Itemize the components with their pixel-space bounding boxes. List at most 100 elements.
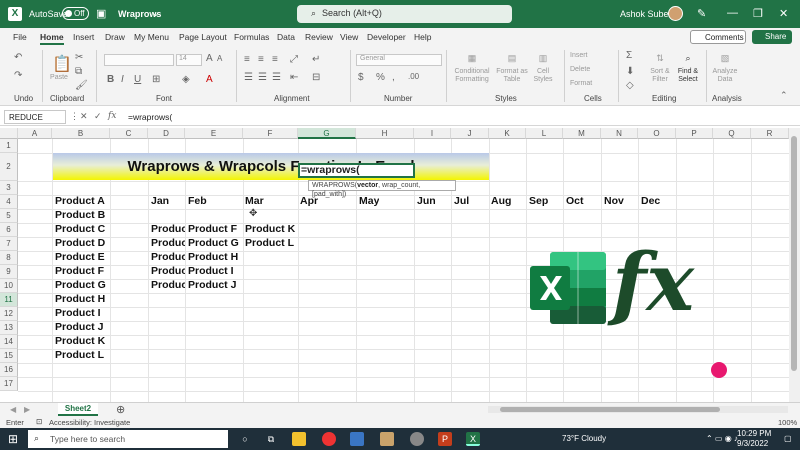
notifications-icon[interactable]: ▢: [784, 434, 792, 443]
sort-filter-button[interactable]: Sort & Filter: [647, 68, 673, 84]
minimize-icon[interactable]: —: [727, 7, 738, 19]
merge-icon[interactable]: ⊟: [312, 72, 320, 83]
fill-color-icon[interactable]: ◈: [182, 74, 190, 85]
file-explorer-icon[interactable]: [292, 432, 306, 446]
clock-date[interactable]: 9/3/2022: [737, 439, 768, 448]
weather[interactable]: 73°F Cloudy: [562, 434, 606, 443]
align-top-icon[interactable]: ≡: [244, 54, 250, 65]
save-icon[interactable]: ▣: [96, 7, 106, 20]
horizontal-scroll-thumb[interactable]: [500, 407, 720, 412]
search-box[interactable]: ⌕ Search (Alt+Q): [297, 5, 512, 23]
decrease-font-icon[interactable]: A: [217, 54, 222, 63]
clock-time[interactable]: 10:29 PM: [737, 429, 771, 438]
column-header[interactable]: R: [751, 128, 789, 139]
row-header[interactable]: 17: [0, 377, 18, 391]
menu-formulas[interactable]: Formulas: [234, 32, 269, 42]
autosum-icon[interactable]: Σ: [626, 50, 632, 61]
widgets-icon[interactable]: ⧉: [264, 432, 278, 446]
menu-view[interactable]: View: [340, 32, 358, 42]
active-cell-editor[interactable]: =wraprows(: [298, 163, 415, 178]
chevron-down-icon[interactable]: ⌄: [152, 8, 160, 19]
clear-icon[interactable]: ◇: [626, 80, 634, 91]
wrap-text-icon[interactable]: ↵: [312, 54, 320, 65]
format-painter-icon[interactable]: 🖌: [75, 80, 88, 91]
cut-icon[interactable]: ✂: [75, 52, 83, 63]
row-header[interactable]: 16: [0, 363, 18, 377]
increase-font-icon[interactable]: A: [206, 53, 213, 64]
menu-my-menu[interactable]: My Menu: [134, 32, 169, 42]
accessibility-icon[interactable]: ⊡: [36, 417, 42, 426]
column-header[interactable]: M: [563, 128, 601, 139]
delete-cells-button[interactable]: Delete: [570, 66, 610, 74]
row-header[interactable]: 14: [0, 335, 18, 349]
row-header[interactable]: 7: [0, 237, 18, 251]
avatar[interactable]: [668, 6, 683, 21]
menu-review[interactable]: Review: [305, 32, 333, 42]
conditional-formatting-button[interactable]: Conditional Formatting: [450, 68, 494, 84]
decimal-icon[interactable]: .00: [408, 72, 419, 81]
number-format-select[interactable]: General: [356, 54, 442, 66]
menu-file[interactable]: File: [13, 32, 27, 42]
column-header-selected[interactable]: G: [298, 128, 356, 139]
column-header[interactable]: N: [601, 128, 638, 139]
currency-icon[interactable]: $: [358, 72, 364, 83]
excel-taskbar-icon[interactable]: X: [466, 432, 480, 446]
zoom-level[interactable]: 100%: [778, 418, 797, 427]
column-header[interactable]: A: [18, 128, 52, 139]
row-header-selected[interactable]: 11: [0, 293, 18, 307]
conditional-formatting-icon[interactable]: ▦: [450, 54, 494, 63]
percent-icon[interactable]: %: [376, 72, 385, 83]
app-icon[interactable]: [350, 432, 364, 446]
column-header[interactable]: H: [356, 128, 414, 139]
vertical-scroll-thumb[interactable]: [791, 136, 797, 371]
add-sheet-icon[interactable]: ⊕: [116, 403, 125, 416]
opera-icon[interactable]: [322, 432, 336, 446]
paste-icon[interactable]: 📋: [52, 54, 72, 74]
share-button[interactable]: Share: [752, 30, 792, 44]
restore-icon[interactable]: ❐: [753, 7, 763, 20]
column-header[interactable]: C: [110, 128, 148, 139]
powerpoint-icon[interactable]: P: [438, 432, 452, 446]
enter-icon[interactable]: ✓: [94, 111, 102, 122]
menu-help[interactable]: Help: [414, 32, 431, 42]
row-header[interactable]: 2: [0, 153, 18, 181]
app-icon[interactable]: [380, 432, 394, 446]
cell-styles-icon[interactable]: ▥: [530, 54, 556, 63]
column-header[interactable]: P: [676, 128, 713, 139]
windows-start-icon[interactable]: ⊞: [8, 432, 18, 446]
cell-styles-button[interactable]: Cell Styles: [530, 68, 556, 84]
sheet-tab[interactable]: Sheet2: [58, 403, 98, 416]
close-icon[interactable]: ✕: [779, 7, 788, 20]
find-select-button[interactable]: Find & Select: [673, 68, 703, 84]
cancel-icon[interactable]: ✕: [80, 111, 88, 122]
borders-icon[interactable]: ⊞: [152, 74, 160, 85]
align-left-icon[interactable]: ☰: [244, 72, 253, 83]
comma-icon[interactable]: ,: [392, 72, 395, 83]
find-select-icon[interactable]: ⌕: [673, 54, 703, 63]
row-header[interactable]: 8: [0, 251, 18, 265]
row-header[interactable]: 6: [0, 223, 18, 237]
font-name-select[interactable]: [104, 54, 174, 66]
horizontal-scrollbar[interactable]: [488, 406, 788, 413]
row-header[interactable]: 5: [0, 209, 18, 223]
copy-icon[interactable]: ⧉: [75, 66, 82, 77]
column-header[interactable]: D: [148, 128, 185, 139]
bold-icon[interactable]: B: [107, 74, 114, 85]
row-header[interactable]: 1: [0, 139, 18, 153]
task-view-icon[interactable]: ○: [238, 432, 252, 446]
orientation-icon[interactable]: ⤢: [290, 54, 298, 65]
row-header[interactable]: 15: [0, 349, 18, 363]
font-color-icon[interactable]: A: [206, 74, 213, 85]
pen-icon[interactable]: ✎: [697, 7, 706, 20]
column-header[interactable]: K: [489, 128, 526, 139]
select-all-corner[interactable]: [0, 128, 18, 139]
format-cells-button[interactable]: Format: [570, 80, 610, 88]
column-header[interactable]: F: [243, 128, 298, 139]
format-as-table-button[interactable]: Format as Table: [494, 68, 530, 84]
collapse-ribbon-icon[interactable]: ⌃: [780, 90, 788, 101]
more-icon[interactable]: ⋮: [70, 111, 79, 122]
prev-sheet-icon[interactable]: ◀: [10, 405, 16, 414]
insert-function-icon[interactable]: fx: [108, 111, 116, 121]
redo-icon[interactable]: ↷: [14, 70, 22, 81]
menu-developer[interactable]: Developer: [367, 32, 406, 42]
